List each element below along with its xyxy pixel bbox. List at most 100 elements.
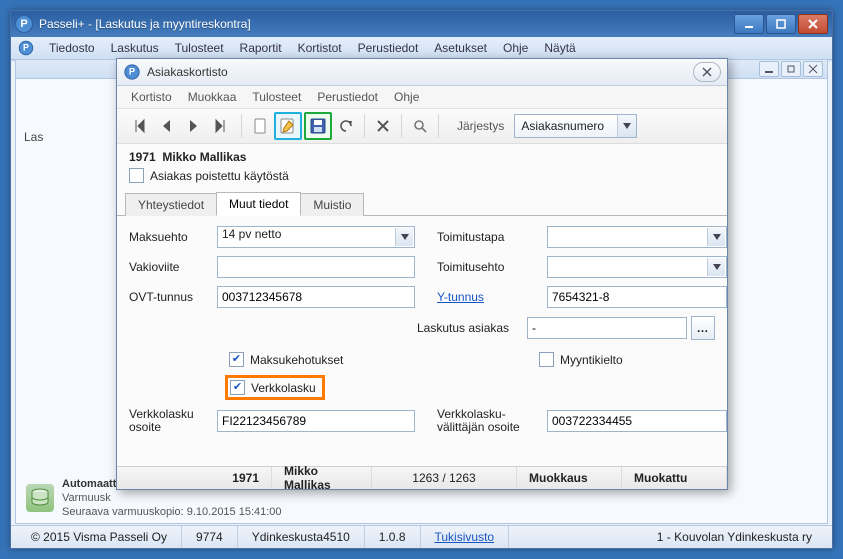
mdi-restore-button[interactable]: [781, 61, 801, 77]
delete-button[interactable]: [371, 114, 395, 138]
search-button[interactable]: [408, 114, 432, 138]
window-title: Passeli+ - [Laskutus ja myyntireskontra]: [39, 17, 732, 31]
minimize-button[interactable]: [734, 14, 764, 34]
laskutus-browse-button[interactable]: …: [691, 316, 715, 340]
chevron-down-icon: [707, 228, 725, 246]
close-button[interactable]: [798, 14, 828, 34]
valittaja-input[interactable]: [547, 410, 727, 432]
ovt-input[interactable]: [217, 286, 415, 308]
maksukehotukset-label: Maksukehotukset: [250, 353, 343, 367]
chevron-down-icon: [617, 115, 636, 137]
maksuehto-value: 14 pv netto: [222, 227, 281, 241]
dlg-menu-kortisto[interactable]: Kortisto: [123, 88, 180, 106]
dialog-statusbar: 1971 Mikko Mallikas 1263 / 1263 Muokkaus…: [117, 466, 727, 489]
dlg-status-counter: 1263 / 1263: [372, 467, 517, 489]
myyntikielto-label: Myyntikielto: [560, 353, 623, 367]
menu-laskutus[interactable]: Laskutus: [103, 39, 167, 57]
dlg-menu-tulosteet[interactable]: Tulosteet: [244, 88, 309, 106]
dlg-status-changed: Muokattu: [622, 467, 727, 489]
verkkolasku-checkbox[interactable]: [230, 380, 245, 395]
laskutus-label: Laskutus asiakas: [417, 321, 527, 335]
ovt-label: OVT-tunnus: [129, 290, 217, 304]
verkkolasku-osoite-label: Verkkolasku osoite: [129, 408, 217, 434]
customer-name: Mikko Mallikas: [162, 150, 246, 164]
customer-card-dialog: P Asiakaskortisto Kortisto Muokkaa Tulos…: [116, 58, 728, 490]
new-record-button[interactable]: [248, 114, 272, 138]
dlg-menu-ohje[interactable]: Ohje: [386, 88, 427, 106]
tab-muistio[interactable]: Muistio: [300, 193, 364, 216]
laskutus-input[interactable]: [527, 317, 687, 339]
verkkolasku-label: Verkkolasku: [251, 381, 316, 395]
ytunnus-link[interactable]: Y-tunnus: [437, 290, 547, 304]
status-org: 1 - Kouvolan Ydinkeskusta ry: [643, 526, 826, 548]
status-version: 1.0.8: [365, 526, 421, 548]
customer-header: 1971 Mikko Mallikas: [117, 144, 727, 166]
myyntikielto-checkbox[interactable]: [539, 352, 554, 367]
mdi-close-button[interactable]: [803, 61, 823, 77]
auto-backup-line1: Varmuusk: [62, 491, 282, 505]
sort-value: Asiakasnumero: [515, 119, 617, 133]
maksuehto-select[interactable]: 14 pv netto: [217, 226, 415, 248]
menu-raportit[interactable]: Raportit: [232, 39, 290, 57]
dialog-close-button[interactable]: [693, 62, 721, 82]
toimitusehto-label: Toimitusehto: [437, 260, 547, 274]
edit-record-button[interactable]: [274, 112, 302, 140]
maksuehto-label: Maksuehto: [129, 230, 217, 244]
valittaja-label: Verkkolasku-välittäjän osoite: [437, 408, 547, 434]
undo-button[interactable]: [334, 114, 358, 138]
dialog-icon: P: [124, 64, 139, 79]
tab-muut-tiedot[interactable]: Muut tiedot: [216, 192, 301, 216]
next-record-button[interactable]: [181, 114, 205, 138]
menu-ohje[interactable]: Ohje: [495, 39, 536, 57]
verkkolasku-osoite-input[interactable]: [217, 410, 415, 432]
sort-combo[interactable]: Asiakasnumero: [514, 114, 637, 138]
support-link[interactable]: Tukisivusto: [435, 530, 495, 544]
menu-tulosteet[interactable]: Tulosteet: [167, 39, 232, 57]
vakioviite-input[interactable]: [217, 256, 415, 278]
dlg-menu-perustiedot[interactable]: Perustiedot: [309, 88, 386, 106]
toimitustapa-select[interactable]: [547, 226, 727, 248]
dialog-titlebar: P Asiakaskortisto: [117, 59, 727, 86]
menu-kortistot[interactable]: Kortistot: [290, 39, 350, 57]
mdi-minimize-button[interactable]: [759, 61, 779, 77]
dlg-status-mode: Muokkaus: [517, 467, 622, 489]
app-icon: P: [15, 15, 33, 33]
form-panel: Maksuehto 14 pv netto Toimitustapa Vakio…: [117, 216, 727, 434]
deleted-label: Asiakas poistettu käytöstä: [150, 169, 289, 183]
verkkolasku-highlight: Verkkolasku: [225, 375, 325, 400]
main-statusbar: © 2015 Visma Passeli Oy 9774 Ydinkeskust…: [11, 525, 832, 548]
prev-record-button[interactable]: [155, 114, 179, 138]
maximize-button[interactable]: [766, 14, 796, 34]
ytunnus-input[interactable]: [547, 286, 727, 308]
auto-backup-line2: Seuraava varmuuskopio: 9.10.2015 15:41:0…: [62, 505, 282, 519]
first-record-button[interactable]: [129, 114, 153, 138]
dlg-menu-muokkaa[interactable]: Muokkaa: [180, 88, 245, 106]
chevron-down-icon: [707, 258, 725, 276]
status-copyright: © 2015 Visma Passeli Oy: [17, 526, 182, 548]
menu-perustiedot[interactable]: Perustiedot: [350, 39, 427, 57]
deleted-checkbox[interactable]: [129, 168, 144, 183]
tabs: Yhteystiedot Muut tiedot Muistio: [117, 191, 727, 216]
main-menubar: P Tiedosto Laskutus Tulosteet Raportit K…: [11, 37, 832, 60]
side-panel-label: Las: [24, 130, 43, 144]
mdi-icon: P: [19, 41, 33, 55]
dlg-status-id: 1971: [117, 467, 272, 489]
dialog-toolbar: Järjestys Asiakasnumero: [117, 109, 727, 144]
sort-label: Järjestys: [457, 119, 504, 133]
tab-yhteystiedot[interactable]: Yhteystiedot: [125, 193, 217, 216]
vakioviite-label: Vakioviite: [129, 260, 217, 274]
last-record-button[interactable]: [207, 114, 231, 138]
toimitustapa-label: Toimitustapa: [437, 230, 547, 244]
menu-tiedosto[interactable]: Tiedosto: [41, 39, 103, 57]
customer-id: 1971: [129, 150, 156, 164]
toimitusehto-select[interactable]: [547, 256, 727, 278]
maksukehotukset-checkbox[interactable]: [229, 352, 244, 367]
save-record-button[interactable]: [304, 112, 332, 140]
dialog-menubar: Kortisto Muokkaa Tulosteet Perustiedot O…: [117, 86, 727, 109]
dialog-title: Asiakaskortisto: [147, 65, 693, 79]
status-code: 9774: [182, 526, 238, 548]
menu-nayta[interactable]: Näytä: [536, 39, 583, 57]
menu-asetukset[interactable]: Asetukset: [426, 39, 495, 57]
titlebar: P Passeli+ - [Laskutus ja myyntireskontr…: [11, 11, 832, 37]
database-icon: [26, 484, 54, 512]
